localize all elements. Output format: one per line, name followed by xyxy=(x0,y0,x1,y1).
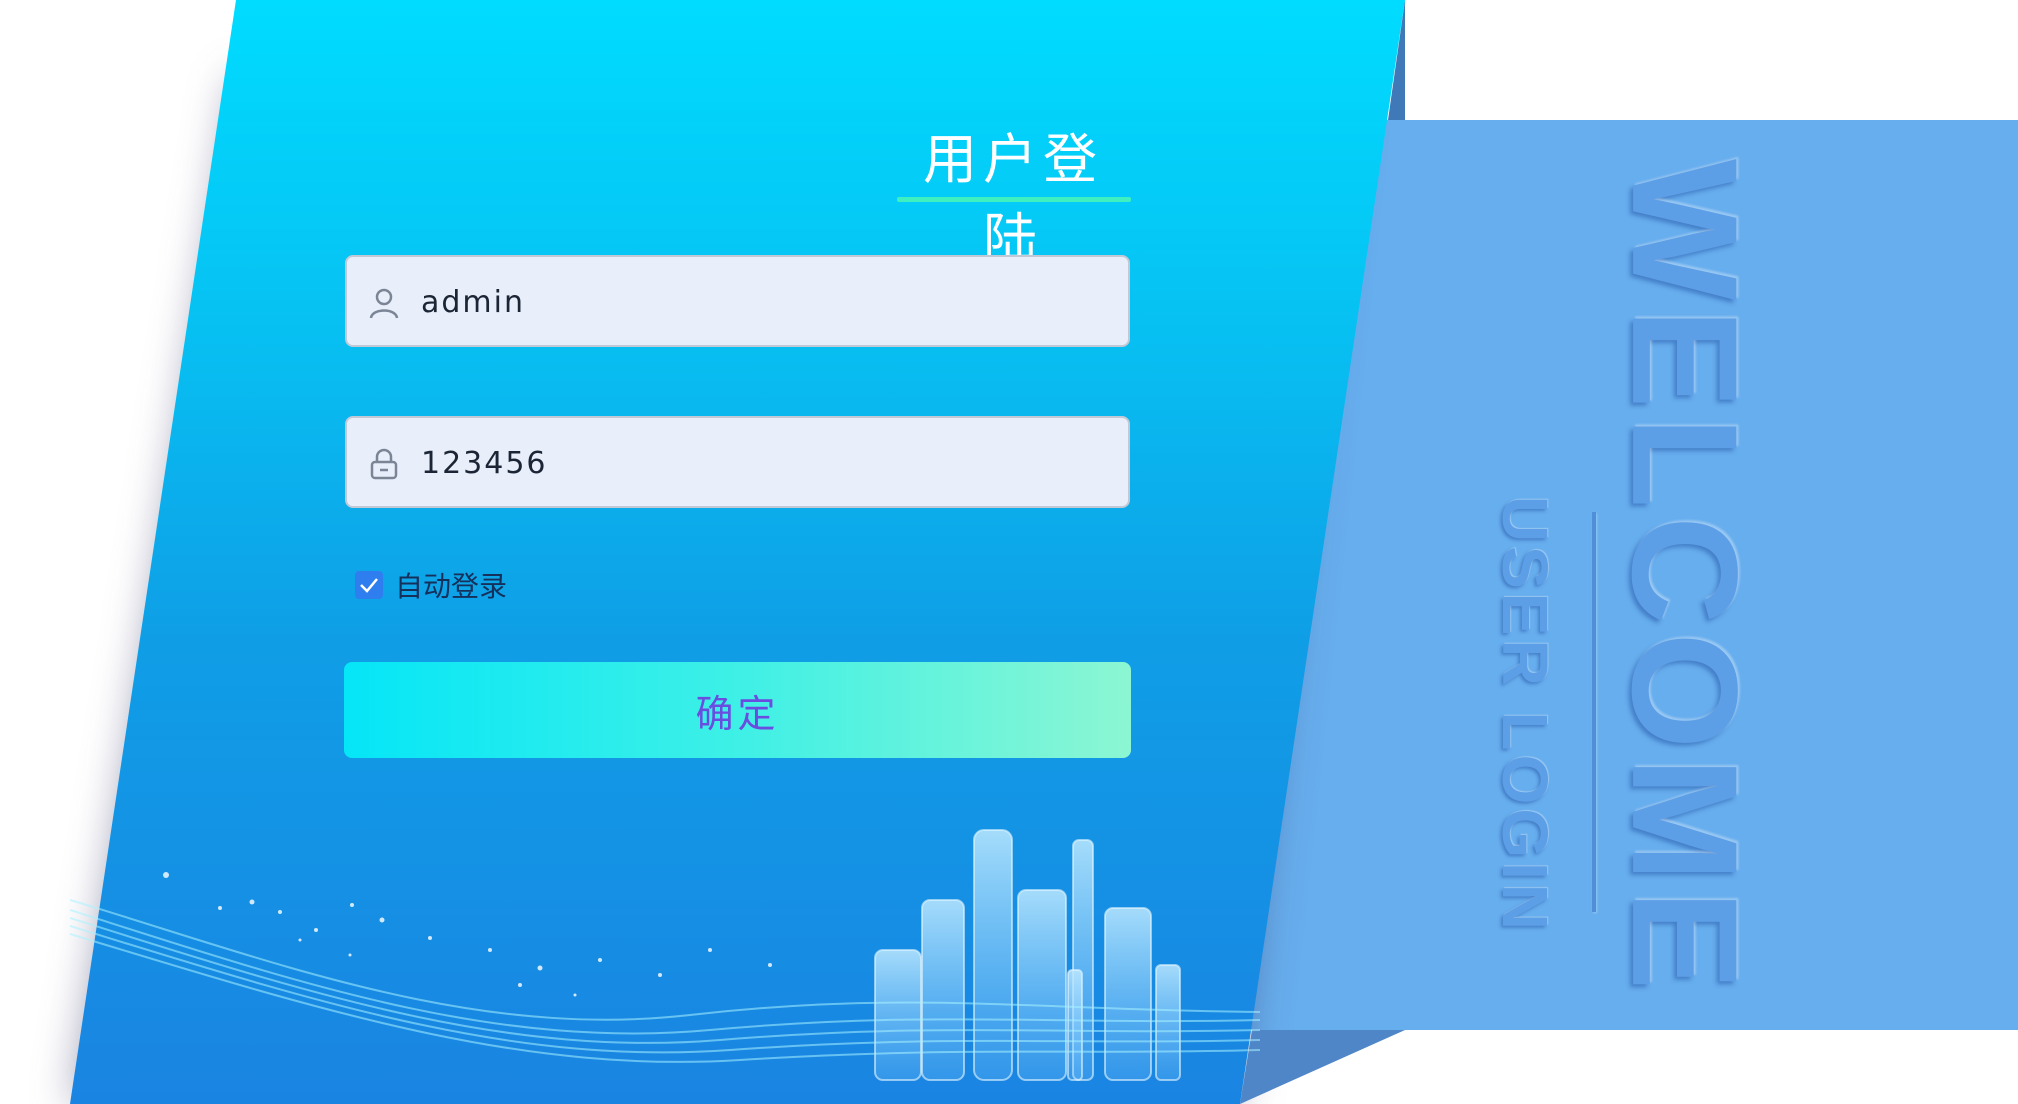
page-title: 用户登陆 xyxy=(923,128,1103,270)
checkmark-icon xyxy=(360,578,378,593)
welcome-headline-text: WELCOME xyxy=(1601,158,1770,998)
auto-login-label: 自动登录 xyxy=(395,570,508,603)
welcome-divider xyxy=(1592,512,1596,912)
auto-login-checkbox[interactable] xyxy=(355,571,383,599)
confirm-button[interactable]: 确定 xyxy=(344,662,1131,758)
auto-login-option[interactable]: 自动登录 xyxy=(355,567,507,603)
user-icon xyxy=(369,287,399,319)
welcome-subtitle-text: USER LOGIN xyxy=(1489,495,1561,935)
password-input[interactable] xyxy=(419,418,1113,508)
welcome-headline: WELCOME xyxy=(1602,158,1770,997)
login-screen: WELCOME USER LOGIN 用户登陆 admin 123456 自动登… xyxy=(0,0,2018,1104)
lock-icon xyxy=(369,448,399,480)
city-skyline-illustration xyxy=(70,829,1260,1081)
password-field-box[interactable] xyxy=(345,416,1130,508)
welcome-subtitle: USER LOGIN xyxy=(1485,496,1565,934)
username-field-box[interactable] xyxy=(345,255,1130,347)
username-input[interactable] xyxy=(419,257,1113,347)
title-underline xyxy=(897,197,1131,202)
